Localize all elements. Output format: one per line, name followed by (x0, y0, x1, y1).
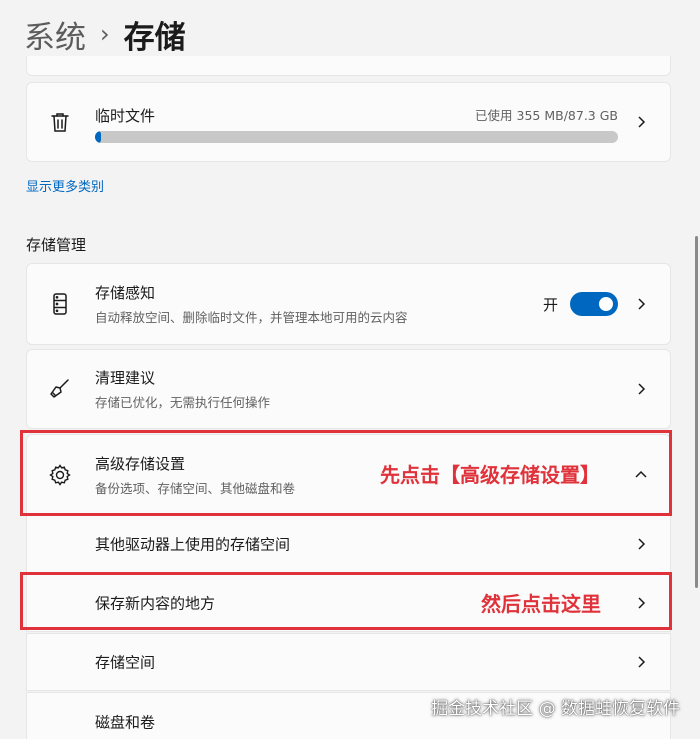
breadcrumb-separator: › (100, 20, 110, 48)
watermark: 掘金技术社区 @ 数据蛙恢复软件 (431, 699, 680, 719)
advanced-item-label: 其他驱动器上使用的存储空间 (95, 535, 291, 554)
chevron-right-icon (634, 537, 648, 551)
chevron-right-icon (634, 382, 648, 396)
cleanup-text: 清理建议 存储已优化，无需执行任何操作 (95, 367, 270, 411)
advanced-text: 高级存储设置 备份选项、存储空间、其他磁盘和卷 (95, 453, 295, 497)
annotation-text-second-step: 然后点击这里 (481, 592, 601, 616)
cleanup-subtitle: 存储已优化，无需执行任何操作 (95, 395, 271, 410)
breadcrumb: 系统 › 存储 (24, 12, 186, 56)
section-heading-storage-management: 存储管理 (26, 236, 87, 254)
breadcrumb-parent-system[interactable]: 系统 (24, 12, 86, 57)
show-more-categories-link[interactable]: 显示更多类别 (26, 176, 104, 195)
cleanup-recommendations-card[interactable]: 清理建议 存储已优化，无需执行任何操作 (26, 349, 671, 429)
chevron-right-icon (634, 655, 648, 669)
vertical-scrollbar[interactable] (695, 236, 698, 588)
advanced-item-other-drives[interactable]: 其他驱动器上使用的存储空间 (26, 515, 671, 573)
chevron-right-icon (634, 115, 648, 129)
trash-icon (47, 109, 73, 135)
chevron-right-icon (634, 297, 648, 311)
cleanup-title: 清理建议 (95, 369, 156, 387)
gear-icon (47, 462, 73, 488)
previous-card-edge (26, 56, 671, 76)
temp-files-usage: 已使用 355 MB/87.3 GB (475, 108, 618, 123)
temp-files-progress-bar (95, 131, 618, 143)
toggle-knob (599, 297, 613, 311)
storage-sense-subtitle: 自动释放空间、删除临时文件，并管理本地可用的云内容 (95, 310, 408, 325)
broom-icon (47, 376, 73, 402)
storage-sense-text: 存储感知 自动释放空间、删除临时文件，并管理本地可用的云内容 (95, 282, 408, 326)
advanced-item-label: 保存新内容的地方 (95, 594, 216, 613)
page-title: 存储 (123, 19, 186, 56)
advanced-item-label: 磁盘和卷 (95, 713, 156, 732)
advanced-item-storage-spaces[interactable]: 存储空间 (26, 633, 671, 691)
temp-files-title: 临时文件 (95, 107, 156, 125)
advanced-title: 高级存储设置 (95, 455, 186, 473)
storage-drive-icon (47, 291, 73, 317)
chevron-up-icon (634, 468, 648, 482)
annotation-text-first-step: 先点击【高级存储设置】 (380, 463, 600, 487)
storage-sense-toggle-group: 开 (543, 292, 618, 316)
temp-files-card[interactable]: 临时文件 已使用 355 MB/87.3 GB (26, 82, 671, 162)
advanced-subtitle: 备份选项、存储空间、其他磁盘和卷 (95, 481, 296, 496)
temp-files-progress-fill (95, 131, 102, 143)
storage-sense-title: 存储感知 (95, 284, 156, 302)
storage-sense-toggle-label: 开 (542, 295, 558, 314)
advanced-item-label: 存储空间 (95, 653, 156, 672)
storage-sense-toggle[interactable] (570, 292, 618, 316)
storage-sense-card[interactable]: 存储感知 自动释放空间、删除临时文件，并管理本地可用的云内容 开 (26, 263, 671, 345)
chevron-right-icon (634, 596, 648, 610)
